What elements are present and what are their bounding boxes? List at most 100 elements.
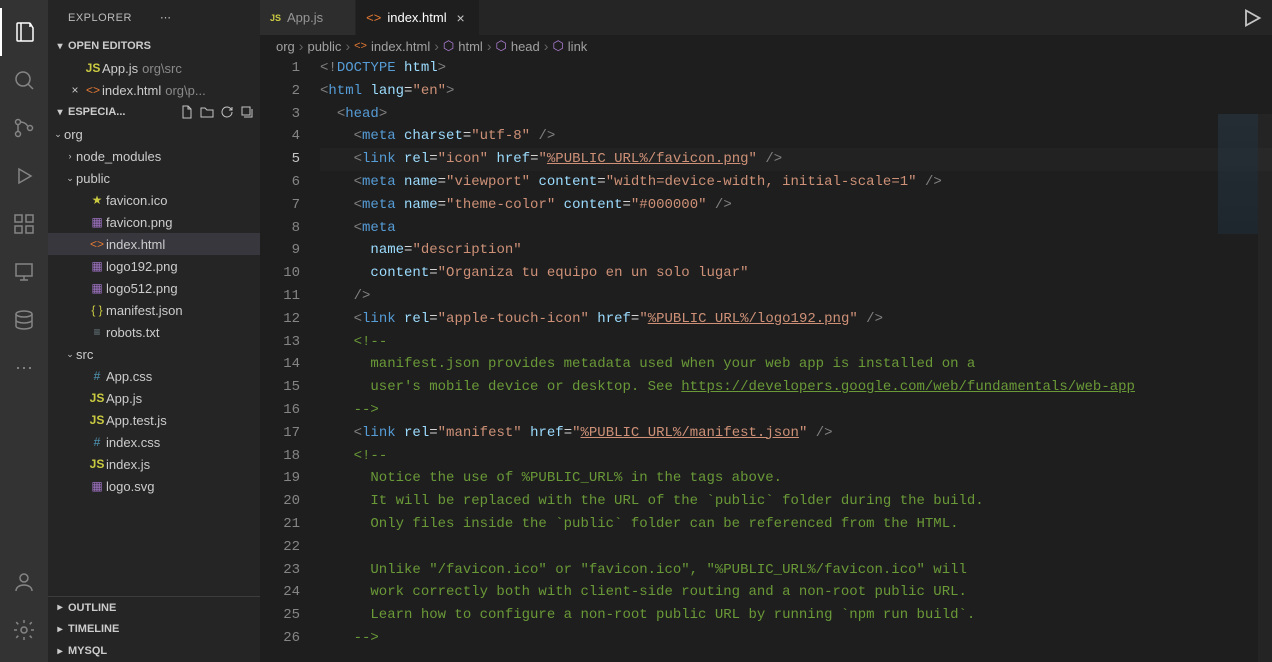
- editor-group: JSApp.js <> index.html × org › public › <> ind…: [260, 0, 1272, 662]
- file-item[interactable]: JSApp.js: [48, 387, 260, 409]
- chevron-right-icon: ▸: [52, 624, 68, 635]
- explorer-more-icon[interactable]: ⋯: [160, 11, 252, 24]
- open-editors-header[interactable]: ▾ OPEN EDITORS: [48, 35, 260, 57]
- chevron-right-icon: ▸: [52, 602, 68, 613]
- folder-label: public: [76, 171, 110, 186]
- activity-search[interactable]: [0, 56, 48, 104]
- workspace-title: ESPECIA...: [68, 106, 178, 118]
- file-label: index.html: [102, 83, 161, 98]
- folder-label: src: [76, 347, 93, 362]
- breadcrumb-item[interactable]: link: [568, 39, 588, 54]
- breadcrumb-item[interactable]: index.html: [371, 39, 430, 54]
- chevron-down-icon: ▾: [52, 41, 68, 52]
- timeline-title: TIMELINE: [68, 623, 256, 635]
- file-label: robots.txt: [106, 325, 159, 340]
- sidebar: EXPLORER ⋯ ▾ OPEN EDITORS JSApp.jsorg\sr…: [48, 0, 260, 662]
- activity-bar: ⋯: [0, 0, 48, 662]
- timeline-header[interactable]: ▸ TIMELINE: [48, 618, 260, 640]
- breadcrumb-item[interactable]: org: [276, 39, 295, 54]
- new-folder-icon[interactable]: [198, 103, 216, 121]
- close-icon[interactable]: ×: [453, 10, 469, 26]
- chevron-down-icon: ▾: [52, 107, 68, 118]
- file-item[interactable]: JSApp.test.js: [48, 409, 260, 431]
- js-icon: JS: [88, 389, 106, 407]
- html-icon: <>: [354, 40, 367, 52]
- breadcrumb-item[interactable]: public: [307, 39, 341, 54]
- tabs: JSApp.js <> index.html ×: [260, 0, 1272, 35]
- json-icon: { }: [88, 301, 106, 319]
- activity-remote[interactable]: [0, 248, 48, 296]
- symbol-icon: ⬡: [495, 38, 506, 54]
- css-icon: #: [88, 367, 106, 385]
- open-editor-item[interactable]: JSApp.jsorg\src: [48, 57, 260, 79]
- explorer-header: EXPLORER ⋯: [48, 0, 260, 35]
- file-item[interactable]: ★favicon.ico: [48, 189, 260, 211]
- js-icon: JS: [270, 13, 281, 23]
- folder-label: org: [64, 127, 83, 142]
- symbol-icon: ⬡: [443, 38, 454, 54]
- file-item[interactable]: { }manifest.json: [48, 299, 260, 321]
- breadcrumb-item[interactable]: head: [511, 39, 540, 54]
- file-item[interactable]: #App.css: [48, 365, 260, 387]
- chevron-right-icon: ›: [345, 38, 350, 54]
- mysql-header[interactable]: ▸ MYSQL: [48, 640, 260, 662]
- gutter: 1234567891011121314151617181920212223242…: [260, 57, 320, 662]
- folder-public[interactable]: ⌄public: [48, 167, 260, 189]
- mysql-title: MYSQL: [68, 645, 256, 657]
- collapse-all-icon[interactable]: [238, 103, 256, 121]
- activity-explorer[interactable]: [0, 8, 48, 56]
- file-item[interactable]: ▦favicon.png: [48, 211, 260, 233]
- html-icon: <>: [88, 235, 106, 253]
- file-label: index.html: [106, 237, 165, 252]
- activity-extensions[interactable]: [0, 200, 48, 248]
- file-item[interactable]: ≡robots.txt: [48, 321, 260, 343]
- file-label: manifest.json: [106, 303, 183, 318]
- breadcrumbs[interactable]: org› public›<> index.html›⬡ html›⬡ head›…: [260, 35, 1272, 57]
- file-item[interactable]: ▦logo.svg: [48, 475, 260, 497]
- folder-org[interactable]: ⌄org: [48, 123, 260, 145]
- chevron-right-icon: ▸: [52, 646, 68, 657]
- activity-database[interactable]: [0, 296, 48, 344]
- open-editor-item[interactable]: ×<>index.htmlorg\p...: [48, 79, 260, 101]
- new-file-icon[interactable]: [178, 103, 196, 121]
- js-icon: JS: [84, 59, 102, 77]
- folder-src[interactable]: ⌄src: [48, 343, 260, 365]
- js-icon: JS: [88, 455, 106, 473]
- html-icon: <>: [366, 10, 381, 25]
- refresh-icon[interactable]: [218, 103, 236, 121]
- file-item[interactable]: <>index.html: [48, 233, 260, 255]
- tab-App-js[interactable]: JSApp.js: [260, 0, 356, 35]
- file-label: logo192.png: [106, 259, 178, 274]
- file-label: logo.svg: [106, 479, 154, 494]
- folder-node_modules[interactable]: ›node_modules: [48, 145, 260, 167]
- tab-label: index.html: [387, 10, 446, 25]
- code-area[interactable]: <!DOCTYPE html><html lang="en"> <head> <…: [320, 57, 1272, 662]
- activity-source-control[interactable]: [0, 104, 48, 152]
- run-icon[interactable]: [1240, 6, 1264, 33]
- file-item[interactable]: JSindex.js: [48, 453, 260, 475]
- chevron-down-icon: ⌄: [64, 349, 76, 360]
- activity-more[interactable]: ⋯: [0, 344, 48, 392]
- activity-run-debug[interactable]: [0, 152, 48, 200]
- file-label: favicon.ico: [106, 193, 167, 208]
- file-item[interactable]: ▦logo512.png: [48, 277, 260, 299]
- file-label: logo512.png: [106, 281, 178, 296]
- outline-title: OUTLINE: [68, 602, 256, 614]
- file-item[interactable]: #index.css: [48, 431, 260, 453]
- editor[interactable]: 1234567891011121314151617181920212223242…: [260, 57, 1272, 662]
- activity-account[interactable]: [0, 558, 48, 606]
- file-label: App.test.js: [106, 413, 167, 428]
- close-icon[interactable]: ×: [66, 81, 84, 99]
- folder-label: node_modules: [76, 149, 161, 164]
- file-item[interactable]: ▦logo192.png: [48, 255, 260, 277]
- file-label: index.css: [106, 435, 160, 450]
- tab-index-html[interactable]: <> index.html ×: [356, 0, 479, 35]
- activity-settings[interactable]: [0, 606, 48, 654]
- scrollbar[interactable]: [1258, 114, 1272, 662]
- outline-header[interactable]: ▸ OUTLINE: [48, 596, 260, 618]
- chevron-right-icon: ›: [487, 38, 492, 54]
- workspace-header[interactable]: ▾ ESPECIA...: [48, 101, 260, 123]
- minimap[interactable]: [1218, 114, 1258, 234]
- breadcrumb-item[interactable]: html: [458, 39, 483, 54]
- text-icon: ≡: [88, 323, 106, 341]
